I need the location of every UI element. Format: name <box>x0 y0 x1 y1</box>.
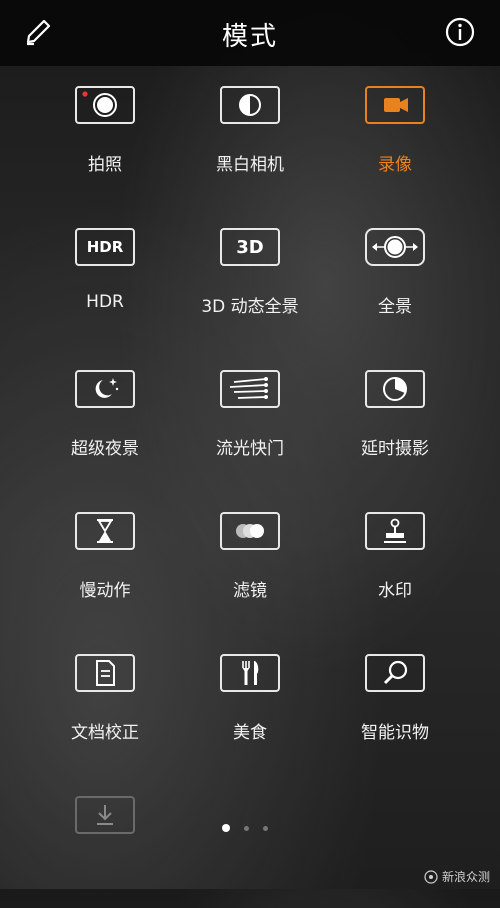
mode-light-painting[interactable]: 流光快门 <box>175 362 325 482</box>
stamp-icon <box>365 512 425 550</box>
3d-icon-text: 3D <box>236 236 264 258</box>
watermark-text: 新浪众测 <box>441 870 490 884</box>
fork-knife-icon <box>220 654 280 692</box>
night-icon <box>75 370 135 408</box>
mode-hdr[interactable]: HDR HDR <box>30 220 180 340</box>
mode-label: 黑白相机 <box>216 155 284 175</box>
mode-label: 流光快门 <box>216 439 284 459</box>
info-icon[interactable] <box>444 16 476 48</box>
light-painting-icon <box>220 370 280 408</box>
mode-watermark[interactable]: 水印 <box>320 504 470 624</box>
mode-label: 文档校正 <box>71 723 139 743</box>
mode-filter[interactable]: 滤镜 <box>175 504 325 624</box>
mode-label: 滤镜 <box>233 581 267 601</box>
magnifier-icon <box>365 654 425 692</box>
mode-document[interactable]: 文档校正 <box>30 646 180 766</box>
page-indicator[interactable] <box>222 824 268 832</box>
mode-object-recognition[interactable]: 智能识物 <box>320 646 470 766</box>
top-bar: 模式 <box>0 0 500 66</box>
mode-night[interactable]: 超级夜景 <box>30 362 180 482</box>
hdr-icon: HDR <box>75 228 135 266</box>
hourglass-icon <box>75 512 135 550</box>
hdr-icon-text: HDR <box>86 238 124 256</box>
watermark: 新浪众测 <box>424 868 490 885</box>
3d-panorama-icon: 3D <box>220 228 280 266</box>
mode-time-lapse[interactable]: 延时摄影 <box>320 362 470 482</box>
mode-panorama[interactable]: 全景 <box>320 220 470 340</box>
page-dot-active[interactable] <box>222 824 230 832</box>
mode-label: 水印 <box>378 581 412 601</box>
panorama-icon <box>365 228 425 266</box>
page-dot[interactable] <box>244 825 249 831</box>
mode-download[interactable] <box>30 788 180 908</box>
time-lapse-icon <box>365 370 425 408</box>
mode-label: 全景 <box>378 297 412 317</box>
mode-photo[interactable]: 拍照 <box>30 78 180 198</box>
mode-label: 超级夜景 <box>71 439 139 459</box>
page-title: 模式 <box>221 22 278 52</box>
mode-video[interactable]: 录像 <box>320 78 470 198</box>
filter-icon <box>220 512 280 550</box>
photo-icon <box>75 86 135 124</box>
video-camera-icon <box>365 86 425 124</box>
mode-label: HDR <box>86 292 124 312</box>
mode-food[interactable]: 美食 <box>175 646 325 766</box>
mode-label: 智能识物 <box>361 723 429 743</box>
watermark-logo-icon <box>424 869 438 884</box>
mode-label: 慢动作 <box>79 581 131 601</box>
mode-monochrome[interactable]: 黑白相机 <box>175 78 325 198</box>
mode-label: 美食 <box>233 723 267 743</box>
mode-label: 延时摄影 <box>361 439 429 459</box>
mode-label: 拍照 <box>88 155 122 175</box>
mode-label: 3D 动态全景 <box>201 297 299 317</box>
page-dot[interactable] <box>263 825 268 831</box>
mode-3d-panorama[interactable]: 3D 3D 动态全景 <box>175 220 325 340</box>
download-icon <box>75 796 135 834</box>
document-icon <box>75 654 135 692</box>
monochrome-icon <box>220 86 280 124</box>
mode-label: 录像 <box>378 155 412 175</box>
mode-slow-motion[interactable]: 慢动作 <box>30 504 180 624</box>
